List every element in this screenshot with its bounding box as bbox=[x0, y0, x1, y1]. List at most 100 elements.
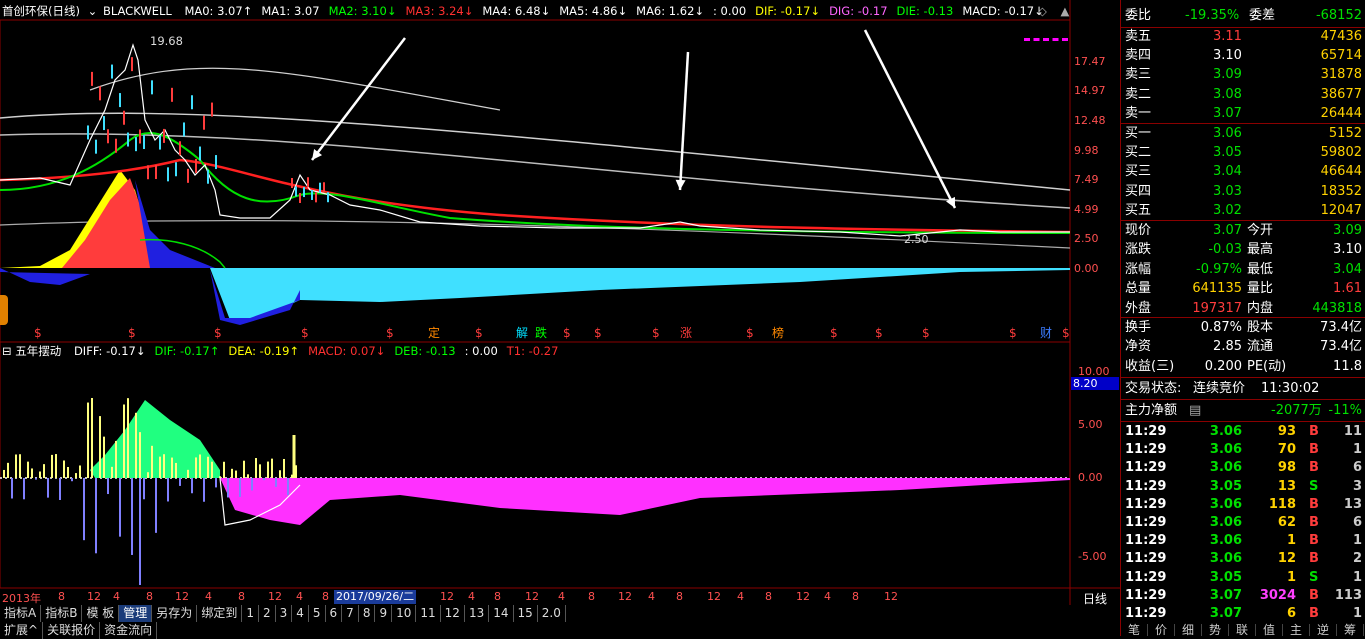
signal-marker: 榜 bbox=[772, 326, 785, 340]
x-tick: 4 bbox=[824, 590, 831, 603]
tick-price: 3.06 bbox=[1209, 424, 1242, 439]
indicator-name[interactable]: BLACKWELL bbox=[103, 4, 172, 18]
bottom-tab[interactable]: 15 bbox=[514, 605, 538, 622]
signal-marker: $ bbox=[128, 326, 136, 340]
bottom-tab[interactable]: 4 bbox=[292, 605, 309, 622]
collapse-icon[interactable]: ⊟ bbox=[2, 344, 12, 358]
bottom-tab[interactable]: 管理 bbox=[119, 605, 153, 622]
price-tick: 12.48 bbox=[1074, 114, 1106, 127]
bottom-tab[interactable]: 指标A bbox=[0, 605, 42, 622]
bottom-tab[interactable]: 14 bbox=[489, 605, 514, 622]
bottom-tab[interactable]: 11 bbox=[416, 605, 441, 622]
quote-tab[interactable]: 主 bbox=[1283, 624, 1310, 636]
left-scroll-handle[interactable] bbox=[0, 295, 8, 325]
quote-tab[interactable]: 联 bbox=[1229, 624, 1256, 636]
bottom-tab-2[interactable]: 扩展^ bbox=[0, 622, 44, 639]
buys-row[interactable]: 买五 3.02 12047 bbox=[1121, 201, 1365, 221]
bottom-tab[interactable]: 1 bbox=[242, 605, 259, 622]
bottom-tab[interactable]: 模 板 bbox=[82, 605, 120, 622]
bottom-tab[interactable]: 2 bbox=[259, 605, 276, 622]
tick-price: 3.07 bbox=[1209, 587, 1242, 603]
table-icon[interactable]: ▤ bbox=[1189, 401, 1201, 421]
stats2-row: 收益(三) 0.200 PE(动) 11.8 bbox=[1121, 357, 1365, 377]
tick-count: 2 bbox=[1352, 551, 1362, 567]
tick-row[interactable]: 11:29 3.06 62 B 6 bbox=[1121, 513, 1365, 533]
tick-row[interactable]: 11:29 3.06 70 B 1 bbox=[1121, 440, 1365, 460]
price-chart[interactable] bbox=[0, 29, 1071, 325]
scroll-up-icon[interactable]: ▲ bbox=[1061, 4, 1070, 18]
tick-row[interactable]: 11:29 3.07 3024 B 113 bbox=[1121, 586, 1365, 606]
bottom-tab[interactable]: 8 bbox=[359, 605, 376, 622]
stat-value: 0.200 bbox=[1204, 358, 1242, 374]
buys-price: 3.02 bbox=[1213, 202, 1242, 218]
tick-row[interactable]: 11:29 3.06 12 B 2 bbox=[1121, 549, 1365, 569]
bottom-tab[interactable]: 7 bbox=[342, 605, 359, 622]
tick-row[interactable]: 11:29 3.06 1 B 1 bbox=[1121, 531, 1365, 551]
signal-marker: 财 bbox=[1040, 326, 1053, 340]
bottom-tab[interactable]: 13 bbox=[465, 605, 490, 622]
lower-indicator-name[interactable]: 五年摆动 bbox=[15, 344, 61, 358]
sells-row[interactable]: 卖二 3.08 38677 bbox=[1121, 85, 1365, 105]
quote-tab[interactable]: 细 bbox=[1175, 624, 1202, 636]
legend-dash bbox=[1024, 38, 1068, 41]
tick-count: 1 bbox=[1352, 569, 1362, 585]
bottom-tab-2[interactable]: 资金流向 bbox=[100, 622, 158, 639]
x-tick: 4 bbox=[113, 590, 120, 603]
buys-row[interactable]: 买一 3.06 5152 bbox=[1121, 124, 1365, 144]
tick-row[interactable]: 11:29 3.06 98 B 6 bbox=[1121, 458, 1365, 478]
buys-row[interactable]: 买四 3.03 18352 bbox=[1121, 182, 1365, 202]
tick-row[interactable]: 11:29 3.07 6 B 1 bbox=[1121, 604, 1365, 624]
tick-volume: 62 bbox=[1277, 515, 1296, 530]
bottom-tab[interactable]: 12 bbox=[441, 605, 465, 622]
dropdown-icon[interactable]: ⌄ bbox=[88, 4, 98, 18]
bottom-tab[interactable]: 2.0 bbox=[538, 605, 566, 622]
x-tick: 12 bbox=[707, 590, 721, 603]
bottom-tab-2[interactable]: 关联报价 bbox=[43, 622, 101, 639]
quote-tab[interactable]: 势 bbox=[1202, 624, 1229, 636]
bottom-tab[interactable]: 9 bbox=[375, 605, 393, 622]
diamond-icon[interactable]: ◇ bbox=[1038, 4, 1047, 18]
bottom-tab[interactable]: 5 bbox=[309, 605, 326, 622]
chart-canvas[interactable] bbox=[0, 0, 1120, 636]
stat-value: 3.07 bbox=[1213, 223, 1242, 238]
sells-row[interactable]: 卖五 3.11 47436 bbox=[1121, 27, 1365, 47]
sells-label: 卖一 bbox=[1125, 105, 1152, 121]
quote-tab[interactable]: 笔 bbox=[1121, 624, 1148, 636]
quote-tab[interactable]: 筹 bbox=[1337, 624, 1364, 636]
bottom-tab[interactable]: 另存为 bbox=[152, 605, 198, 622]
quote-tab[interactable]: 价 bbox=[1148, 624, 1175, 636]
sells-row[interactable]: 卖四 3.10 65714 bbox=[1121, 46, 1365, 66]
tick-price: 3.06 bbox=[1209, 460, 1242, 476]
tick-price: 3.06 bbox=[1209, 442, 1242, 458]
annotation-arrow bbox=[678, 51, 690, 191]
header-value: MA3: 3.24↓ bbox=[405, 4, 474, 18]
buys-row[interactable]: 买三 3.04 46644 bbox=[1121, 162, 1365, 182]
envelope-line-1 bbox=[0, 112, 1071, 191]
tick-row[interactable]: 11:29 3.06 118 B 13 bbox=[1121, 495, 1365, 515]
buys-row[interactable]: 买二 3.05 59802 bbox=[1121, 143, 1365, 163]
tick-time: 11:29 bbox=[1125, 460, 1167, 476]
tick-row[interactable]: 11:29 3.06 93 B 11 bbox=[1121, 422, 1365, 442]
quote-tab[interactable]: 逆 bbox=[1310, 624, 1337, 636]
oscillator-chart[interactable] bbox=[0, 398, 1070, 585]
stat-value: 3.10 bbox=[1333, 242, 1362, 258]
tick-side: B bbox=[1309, 551, 1319, 567]
price-tick: 9.98 bbox=[1074, 144, 1099, 157]
signal-marker: $ bbox=[1009, 326, 1017, 340]
sells-row[interactable]: 卖一 3.07 26444 bbox=[1121, 104, 1365, 124]
tick-row[interactable]: 11:29 3.05 13 S 3 bbox=[1121, 477, 1365, 497]
tick-volume: 93 bbox=[1277, 424, 1296, 439]
quote-tab[interactable]: 值 bbox=[1256, 624, 1283, 636]
header-value: MA0: 3.07↑ bbox=[184, 4, 253, 18]
lower-header-value: DIFF: -0.17↓ bbox=[73, 344, 146, 358]
bottom-tab[interactable]: 10 bbox=[392, 605, 417, 622]
header-value: DIG: -0.17 bbox=[829, 4, 888, 18]
bottom-tab[interactable]: 6 bbox=[326, 605, 343, 622]
period-label[interactable]: 日线 bbox=[1083, 590, 1107, 607]
tick-volume: 12 bbox=[1277, 551, 1296, 567]
bottom-tab[interactable]: 绑定到 bbox=[197, 605, 243, 622]
tick-row[interactable]: 11:29 3.05 1 S 1 bbox=[1121, 568, 1365, 588]
bottom-tab[interactable]: 指标B bbox=[41, 605, 83, 622]
bottom-tab[interactable]: 3 bbox=[276, 605, 293, 622]
sells-row[interactable]: 卖三 3.09 31878 bbox=[1121, 65, 1365, 85]
